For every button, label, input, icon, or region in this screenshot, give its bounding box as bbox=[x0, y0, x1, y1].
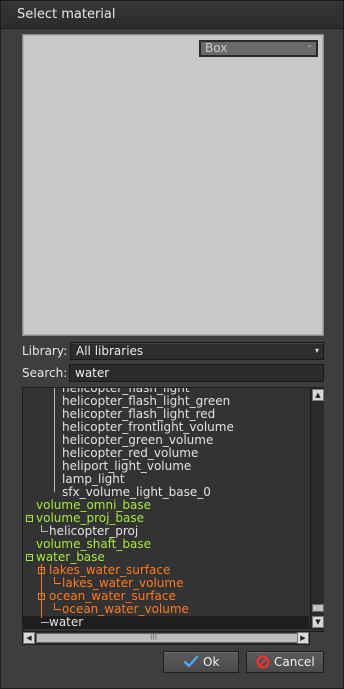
select-material-dialog: Select material Box - Library: All libra… bbox=[0, 0, 344, 689]
tree-connector-line bbox=[41, 622, 49, 623]
window-title: Select material bbox=[17, 7, 116, 22]
collapse-icon[interactable]: − bbox=[26, 553, 34, 561]
ok-label: Ok bbox=[203, 655, 220, 669]
scroll-up-button[interactable]: ▲ bbox=[312, 389, 324, 401]
library-value: All libraries bbox=[76, 344, 144, 358]
tree-content: helicopter_flash_light helicopter_flash_l… bbox=[23, 388, 309, 630]
tree-connector-line bbox=[54, 609, 61, 610]
vertical-scrollbar[interactable]: ▲ ▼ bbox=[310, 388, 324, 630]
library-label: Library: bbox=[22, 344, 68, 358]
scroll-left-button[interactable]: ◀ bbox=[23, 632, 35, 644]
vertical-scroll-thumb[interactable] bbox=[312, 604, 324, 612]
chevron-down-icon: ▾ bbox=[314, 346, 319, 355]
material-tree[interactable]: helicopter_flash_light helicopter_flash_l… bbox=[22, 387, 324, 632]
scroll-grip-icon: ||| bbox=[150, 632, 158, 640]
cancel-icon bbox=[256, 655, 270, 669]
tree-row[interactable]: water bbox=[23, 616, 309, 629]
tree-connector-line bbox=[54, 583, 61, 584]
collapse-icon[interactable]: − bbox=[26, 514, 34, 522]
search-input[interactable]: water bbox=[69, 364, 324, 382]
tree-connector-line bbox=[41, 564, 42, 618]
cancel-label: Cancel bbox=[274, 655, 315, 669]
preview-shape-select[interactable]: Box - bbox=[199, 40, 318, 57]
search-value: water bbox=[75, 366, 110, 380]
horizontal-scrollbar[interactable]: ◀ ||| ▶ bbox=[22, 632, 310, 645]
checkmark-icon bbox=[184, 655, 198, 668]
cancel-button[interactable]: Cancel bbox=[246, 651, 324, 673]
ok-button[interactable]: Ok bbox=[163, 651, 239, 673]
scroll-right-button[interactable]: ▶ bbox=[297, 632, 309, 644]
material-preview[interactable]: Box - bbox=[22, 34, 324, 336]
search-label: Search: bbox=[22, 366, 68, 380]
preview-shape-value: Box bbox=[205, 41, 228, 55]
title-bar[interactable]: Select material bbox=[1, 1, 343, 29]
tree-row-label: water bbox=[49, 615, 84, 629]
tree-connector-line bbox=[41, 531, 48, 532]
library-dropdown[interactable]: All libraries ▾ bbox=[70, 342, 324, 360]
tree-connector-line bbox=[54, 388, 55, 492]
horizontal-scroll-thumb[interactable] bbox=[36, 633, 298, 643]
preview-shape-button[interactable]: - bbox=[305, 42, 314, 52]
scroll-down-button[interactable]: ▼ bbox=[312, 616, 324, 628]
